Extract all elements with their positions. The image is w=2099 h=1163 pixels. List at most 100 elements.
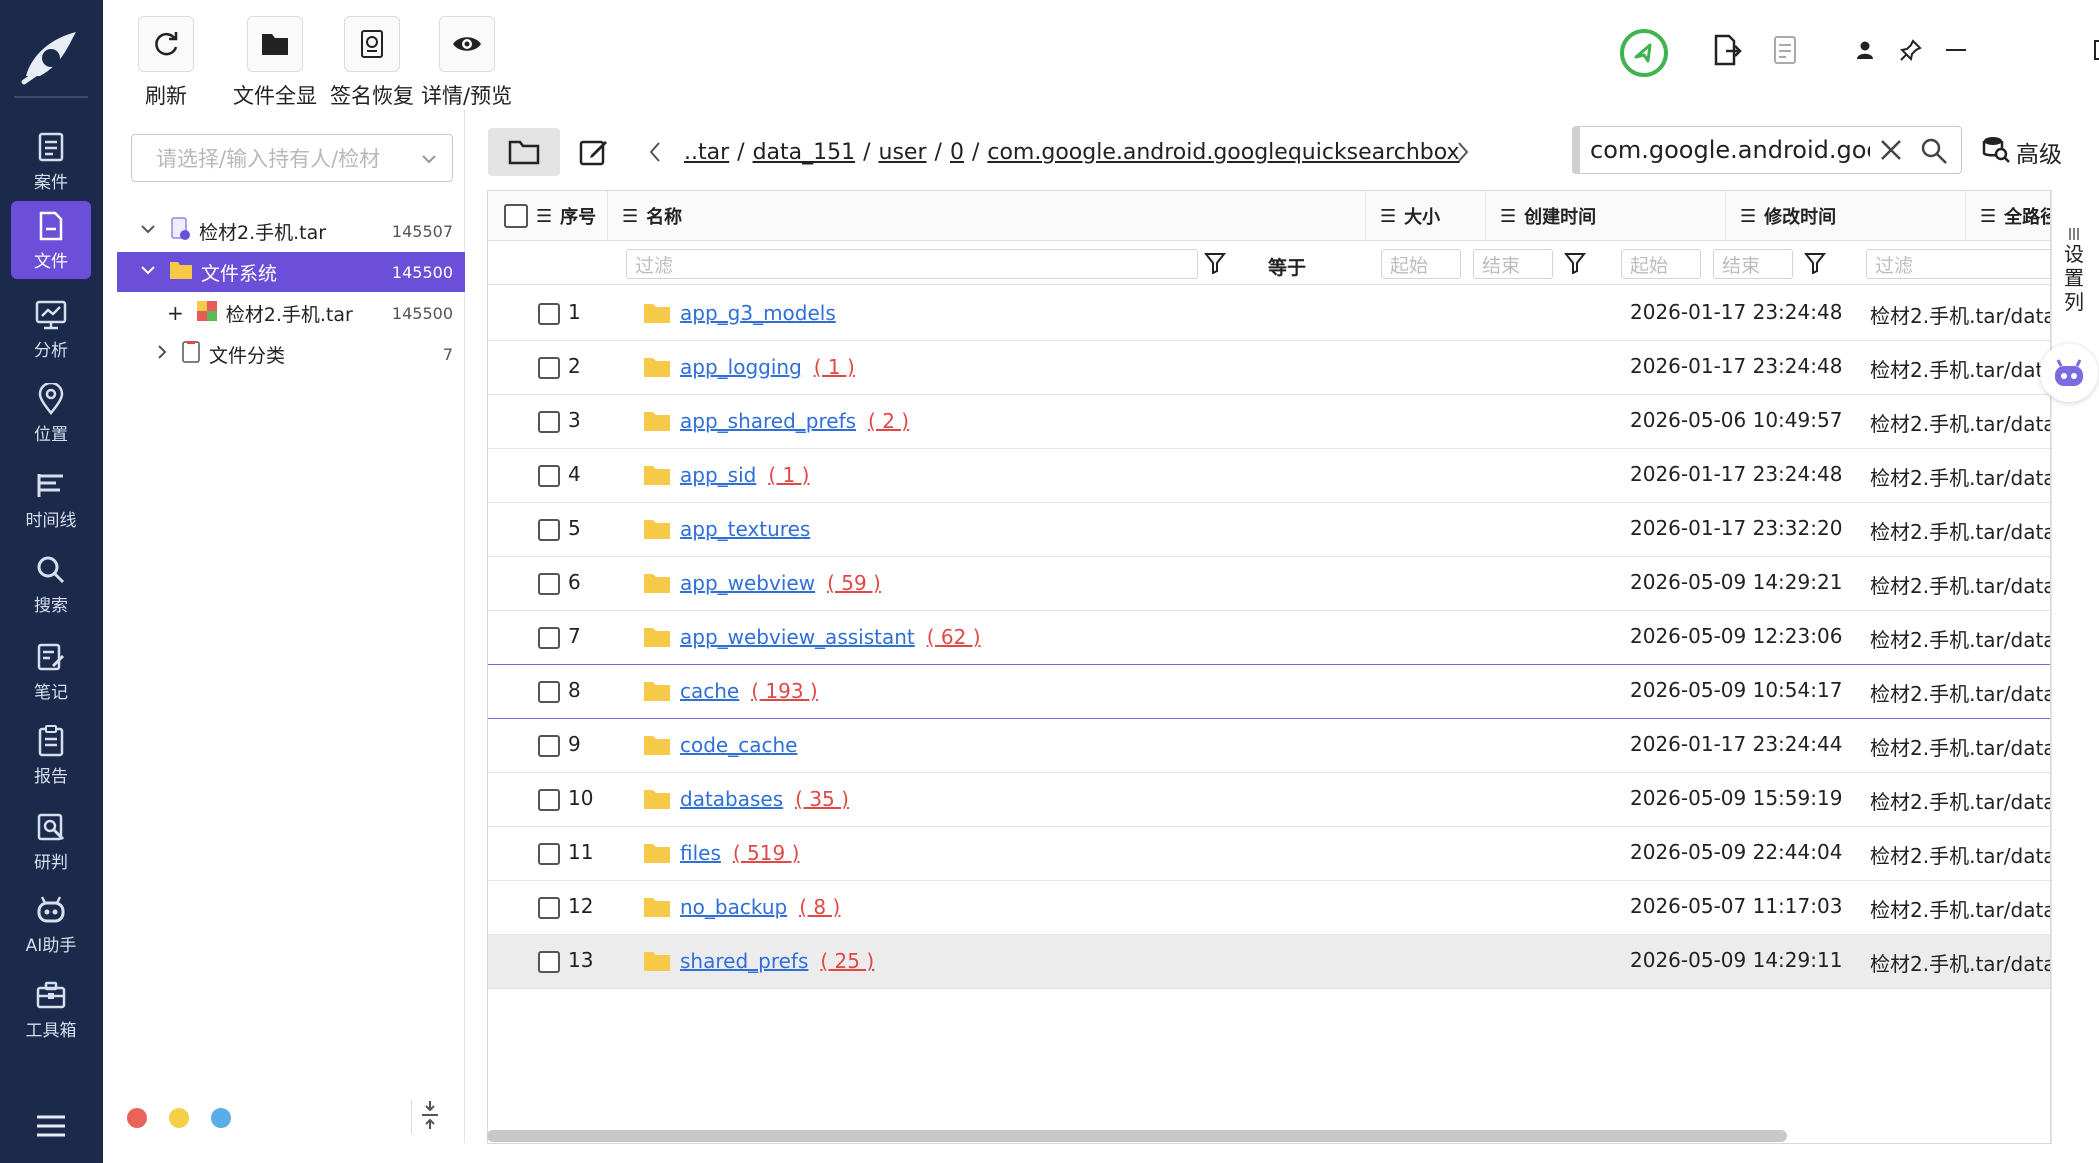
clear-icon[interactable] (1880, 139, 1902, 167)
chevron-right-icon[interactable] (1448, 132, 1478, 172)
file-name-link[interactable]: app_sid ( 1 ) (680, 463, 809, 487)
header-created[interactable]: ☰ 创建时间 (1486, 191, 1726, 241)
maximize-icon[interactable] (2084, 30, 2099, 70)
file-name-link[interactable]: app_shared_prefs ( 2 ) (680, 409, 909, 433)
name-filter-input[interactable]: 过滤 (626, 249, 1198, 279)
modified-start-input[interactable]: 起始 (1621, 249, 1701, 279)
search-icon[interactable] (1920, 137, 1948, 171)
row-checkbox[interactable] (538, 681, 560, 703)
file-name-link[interactable]: code_cache (680, 733, 797, 757)
file-name-link[interactable]: no_backup ( 8 ) (680, 895, 840, 919)
created-end-input[interactable]: 结束 (1473, 249, 1553, 279)
status-shield-icon[interactable] (1619, 28, 1669, 78)
edit-path-icon[interactable] (574, 132, 614, 172)
pin-icon[interactable] (1891, 30, 1931, 70)
row-checkbox[interactable] (538, 303, 560, 325)
file-name-link[interactable]: shared_prefs ( 25 ) (680, 949, 874, 973)
file-name-link[interactable]: databases ( 35 ) (680, 787, 849, 811)
file-name-link[interactable]: app_logging ( 1 ) (680, 355, 855, 379)
column-settings-strip[interactable]: 设置列 (2051, 190, 2099, 1144)
filter-funnel-icon[interactable] (1802, 250, 1828, 276)
table-row[interactable]: 8 cache ( 193 ) 2026-05-09 10:54:17 检材2.手机.t… (488, 665, 2050, 719)
row-checkbox[interactable] (538, 573, 560, 595)
header-fullpath[interactable]: ☰ 全路径 (1966, 191, 2050, 241)
header-size[interactable]: ☰ 大小 (1366, 191, 1486, 241)
table-row[interactable]: 6 app_webview ( 59 ) 2026-05-09 14:29:21 检材2… (488, 557, 2050, 611)
row-checkbox[interactable] (538, 897, 560, 919)
modified-end-input[interactable]: 结束 (1713, 249, 1793, 279)
nav-item-report[interactable]: 报告 (11, 716, 91, 794)
expand-plus-icon[interactable]: + (167, 301, 184, 325)
chevron-right-icon[interactable] (153, 343, 171, 366)
nav-item-file[interactable]: 文件 (11, 201, 91, 279)
file-name-link[interactable]: cache ( 193 ) (680, 679, 818, 703)
table-row[interactable]: 1 app_g3_models 2026-01-17 23:24:48 检材2.手机.… (488, 287, 2050, 341)
table-row[interactable]: 10 databases ( 35 ) 2026-05-09 15:59:19 检材2.… (488, 773, 2050, 827)
collapse-icon[interactable] (411, 1100, 441, 1134)
table-row[interactable]: 9 code_cache 2026-01-17 23:24:44 检材2.手机.tar… (488, 719, 2050, 773)
header-modified[interactable]: ☰ 修改时间 (1726, 191, 1966, 241)
chevron-down-icon[interactable] (139, 220, 157, 243)
breadcrumb-item[interactable]: 0 (950, 140, 964, 165)
row-checkbox[interactable] (538, 627, 560, 649)
file-name-link[interactable]: files ( 519 ) (680, 841, 799, 865)
row-checkbox[interactable] (538, 465, 560, 487)
size-equals-label[interactable]: 等于 (1268, 253, 1306, 280)
chevron-down-icon[interactable] (139, 261, 157, 284)
created-start-input[interactable]: 起始 (1381, 249, 1461, 279)
blue-dot[interactable] (211, 1108, 231, 1128)
nav-item-note[interactable]: 笔记 (11, 632, 91, 710)
row-checkbox[interactable] (538, 843, 560, 865)
path-search-input[interactable]: com.google.android.googlequicksearchbox (1572, 126, 1962, 174)
table-row[interactable]: 3 app_shared_prefs ( 2 ) 2026-05-06 10:49:5… (488, 395, 2050, 449)
header-name[interactable]: ☰ 名称 (608, 191, 1366, 241)
minimize-icon[interactable] (1936, 30, 1976, 70)
filter-funnel-icon[interactable] (1562, 250, 1588, 276)
row-checkbox[interactable] (538, 789, 560, 811)
refresh-button[interactable]: 刷新 (138, 16, 194, 110)
breadcrumb-item[interactable]: com.google.android.googlequicksearchbox (987, 140, 1459, 165)
table-row[interactable]: 2 app_logging ( 1 ) 2026-01-17 23:24:48 检材2.… (488, 341, 2050, 395)
chevron-left-icon[interactable] (640, 132, 670, 172)
file-name-link[interactable]: app_webview ( 59 ) (680, 571, 881, 595)
filter-funnel-icon[interactable] (1202, 250, 1228, 276)
table-row[interactable]: 11 files ( 519 ) 2026-05-09 22:44:04 检材2.手机.… (488, 827, 2050, 881)
row-checkbox[interactable] (538, 411, 560, 433)
details-preview-button[interactable]: 详情/预览 (421, 16, 512, 110)
nav-item-ai-assistant[interactable]: AI助手 (11, 885, 91, 963)
table-row[interactable]: 12 no_backup ( 8 ) 2026-05-07 11:17:03 检材2.手… (488, 881, 2050, 935)
nav-item-toolbox[interactable]: 工具箱 (11, 970, 91, 1048)
horizontal-scrollbar[interactable] (487, 1130, 1787, 1142)
red-dot[interactable] (127, 1108, 147, 1128)
tree-item-evidence[interactable]: 检材2.手机.tar 145507 (117, 211, 465, 251)
breadcrumb-item[interactable]: ..tar (684, 140, 729, 165)
tree-item-file-category[interactable]: 文件分类 7 (117, 334, 465, 374)
tree-item-tar[interactable]: + 检材2.手机.tar 145500 (117, 293, 465, 333)
table-row[interactable]: 7 app_webview_assistant ( 62 ) 2026-05-09 1… (488, 611, 2050, 665)
file-name-link[interactable]: app_g3_models (680, 301, 836, 325)
hamburger-menu-icon[interactable] (36, 1114, 66, 1138)
nav-item-analysis[interactable]: 分析 (11, 290, 91, 368)
user-icon[interactable] (1845, 30, 1885, 70)
signature-restore-button[interactable]: 签名恢复 (330, 16, 414, 110)
select-all-checkbox[interactable] (504, 204, 528, 228)
table-row[interactable]: 5 app_textures 2026-01-17 23:32:20 检材2.手机.t… (488, 503, 2050, 557)
row-checkbox[interactable] (538, 951, 560, 973)
file-name-link[interactable]: app_textures (680, 517, 810, 541)
folder-view-button[interactable] (488, 128, 560, 176)
nav-item-search[interactable]: 搜索 (11, 545, 91, 623)
header-seq[interactable]: ☰ 序号 (488, 191, 608, 241)
nav-item-location[interactable]: 位置 (11, 374, 91, 452)
row-checkbox[interactable] (538, 735, 560, 757)
report-doc-icon[interactable] (1765, 30, 1805, 70)
advanced-search-button[interactable]: 高级 (1982, 132, 2062, 172)
tree-item-filesystem[interactable]: 文件系统 145500 (117, 252, 465, 292)
nav-item-case[interactable]: 案件 (11, 122, 91, 200)
export-file-icon[interactable] (1707, 30, 1747, 70)
fullpath-filter-input[interactable]: 过滤 (1866, 249, 2050, 279)
row-checkbox[interactable] (538, 357, 560, 379)
show-all-files-button[interactable]: 文件全显 (233, 16, 317, 110)
breadcrumb-item[interactable]: user (879, 140, 927, 165)
owner-select-input[interactable]: 请选择/输入持有人/检材 (131, 134, 453, 182)
row-checkbox[interactable] (538, 519, 560, 541)
